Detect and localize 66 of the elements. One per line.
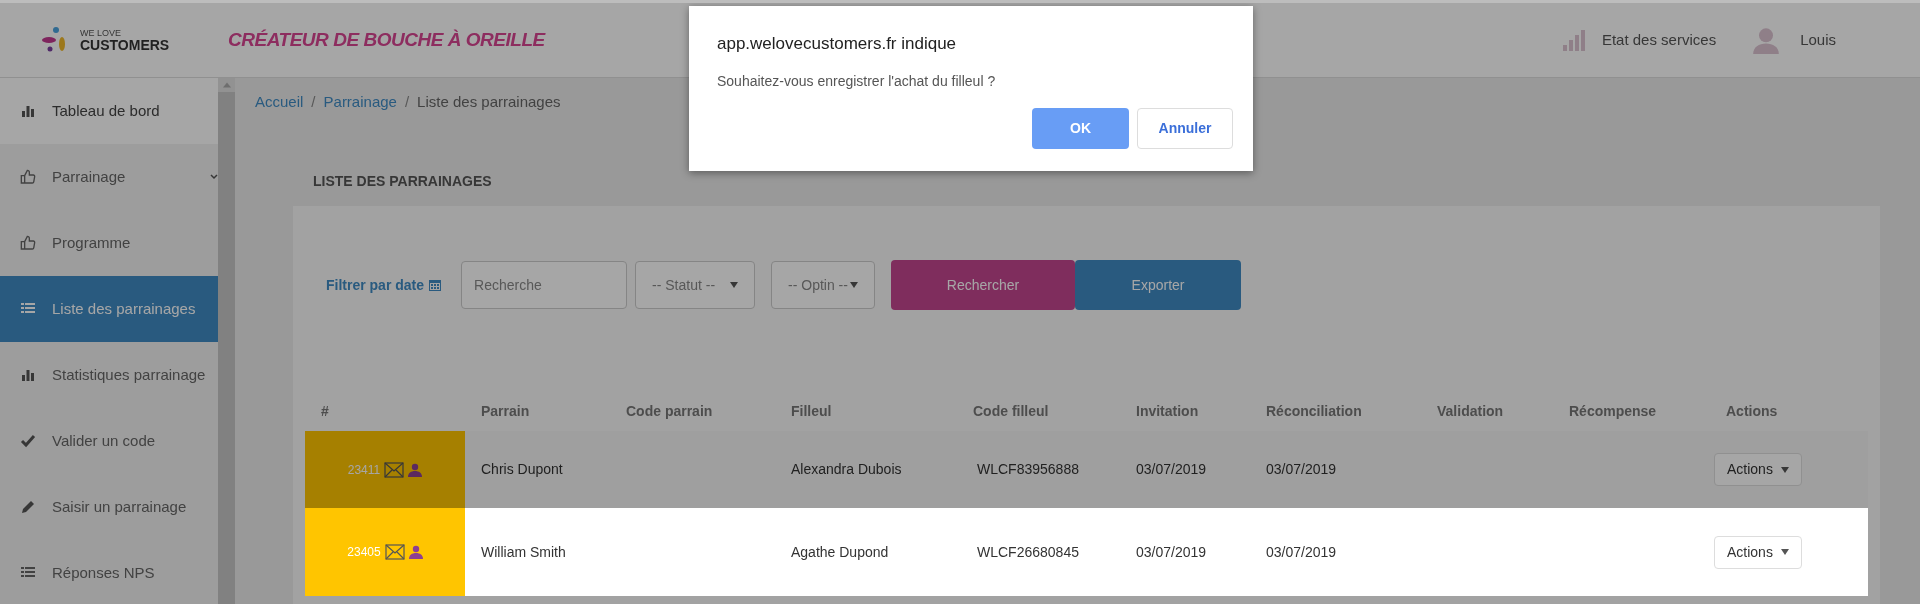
- chevron-down-icon: [210, 173, 219, 181]
- dialog-title: app.welovecustomers.fr indique: [717, 33, 958, 55]
- sidebar-item[interactable]: Tableau de bord: [0, 78, 219, 144]
- logo-text: CUSTOMERS: [80, 37, 170, 52]
- user-icon[interactable]: [408, 545, 423, 559]
- breadcrumb-separator: /: [404, 91, 410, 112]
- caret-icon: [1780, 465, 1789, 474]
- row-id: 23405: [347, 544, 381, 561]
- column-header: Parrain: [480, 401, 531, 421]
- table-cell-text: WLCF83956888: [976, 460, 1080, 479]
- table-cell-text: 03/07/2019: [1135, 542, 1208, 562]
- bar-chart-icon: [20, 103, 36, 119]
- signal-bars-icon: [1561, 28, 1586, 52]
- tagline: CRÉATEUR DE BOUCHE À OREILLE: [228, 27, 545, 52]
- breadcrumb-current: Liste des parrainages: [417, 91, 561, 112]
- column-header: Actions: [1725, 401, 1779, 421]
- column-header: Invitation: [1135, 401, 1200, 421]
- caret-icon: [730, 281, 739, 289]
- dialog-message: Souhaitez-vous enregistrer l'achat du filleul ?: [717, 71, 997, 91]
- date-filter-link[interactable]: Filtrer par date: [326, 274, 425, 296]
- column-header: Réconciliation: [1265, 401, 1363, 421]
- search-button[interactable]: Rechercher: [891, 260, 1076, 310]
- table-cell-text: 03/07/2019: [1265, 460, 1338, 479]
- table-cell-text: Chris Dupont: [480, 460, 564, 479]
- caret-icon: [850, 281, 859, 289]
- column-header: Code filleul: [972, 401, 1050, 421]
- table-cell-text: WLCF26680845: [976, 542, 1080, 562]
- actions-dropdown[interactable]: Actions: [1714, 535, 1802, 569]
- envelope-icon[interactable]: [384, 544, 405, 560]
- pencil-icon: [20, 499, 36, 515]
- logo-text: WE LOVE: [80, 28, 122, 38]
- row-id: 23411: [347, 461, 381, 479]
- column-header: #: [320, 401, 330, 421]
- table-cell-text: 03/07/2019: [1265, 542, 1338, 562]
- breadcrumb-link[interactable]: Accueil: [255, 90, 304, 114]
- actions-dropdown[interactable]: Actions: [1714, 453, 1802, 486]
- search-field[interactable]: Recherche: [461, 261, 628, 309]
- caret-icon: [1780, 548, 1789, 556]
- column-header: Code parrain: [625, 401, 714, 421]
- column-header: Validation: [1436, 401, 1505, 421]
- services-link[interactable]: Etat des services: [1601, 28, 1717, 52]
- optin-dropdown[interactable]: -- Optin --: [771, 261, 876, 309]
- breadcrumb-link[interactable]: Parrainage: [323, 90, 397, 114]
- envelope-icon[interactable]: [384, 461, 405, 478]
- column-header: Filleul: [790, 401, 833, 421]
- user-icon: [1752, 26, 1781, 54]
- table-cell-text: Alexandra Dubois: [790, 460, 903, 479]
- status-dropdown[interactable]: -- Statut --: [635, 261, 756, 309]
- thumbs-up-icon: [20, 235, 36, 251]
- thumbs-up-icon: [20, 169, 36, 185]
- table-cell-text: 03/07/2019: [1135, 460, 1208, 479]
- check-icon: [20, 433, 36, 449]
- user-icon[interactable]: [408, 462, 423, 477]
- table-cell-text: William Smith: [480, 542, 567, 562]
- arrow-up-icon: [222, 82, 231, 88]
- card-title: LISTE DES PARRAINAGES: [313, 171, 492, 191]
- breadcrumb-separator: /: [311, 91, 316, 112]
- user-name[interactable]: Louis: [1800, 28, 1836, 52]
- column-header: Récompense: [1568, 401, 1658, 421]
- ok-button[interactable]: OK: [1032, 107, 1129, 149]
- table-cell-text: Agathe Dupond: [790, 542, 890, 562]
- cancel-button[interactable]: Annuler: [1137, 107, 1233, 149]
- sidebar-item[interactable]: Liste des parrainages: [0, 276, 219, 342]
- export-button[interactable]: Exporter: [1075, 260, 1242, 310]
- calendar-icon[interactable]: [428, 278, 443, 292]
- bar-chart-icon: [20, 367, 36, 383]
